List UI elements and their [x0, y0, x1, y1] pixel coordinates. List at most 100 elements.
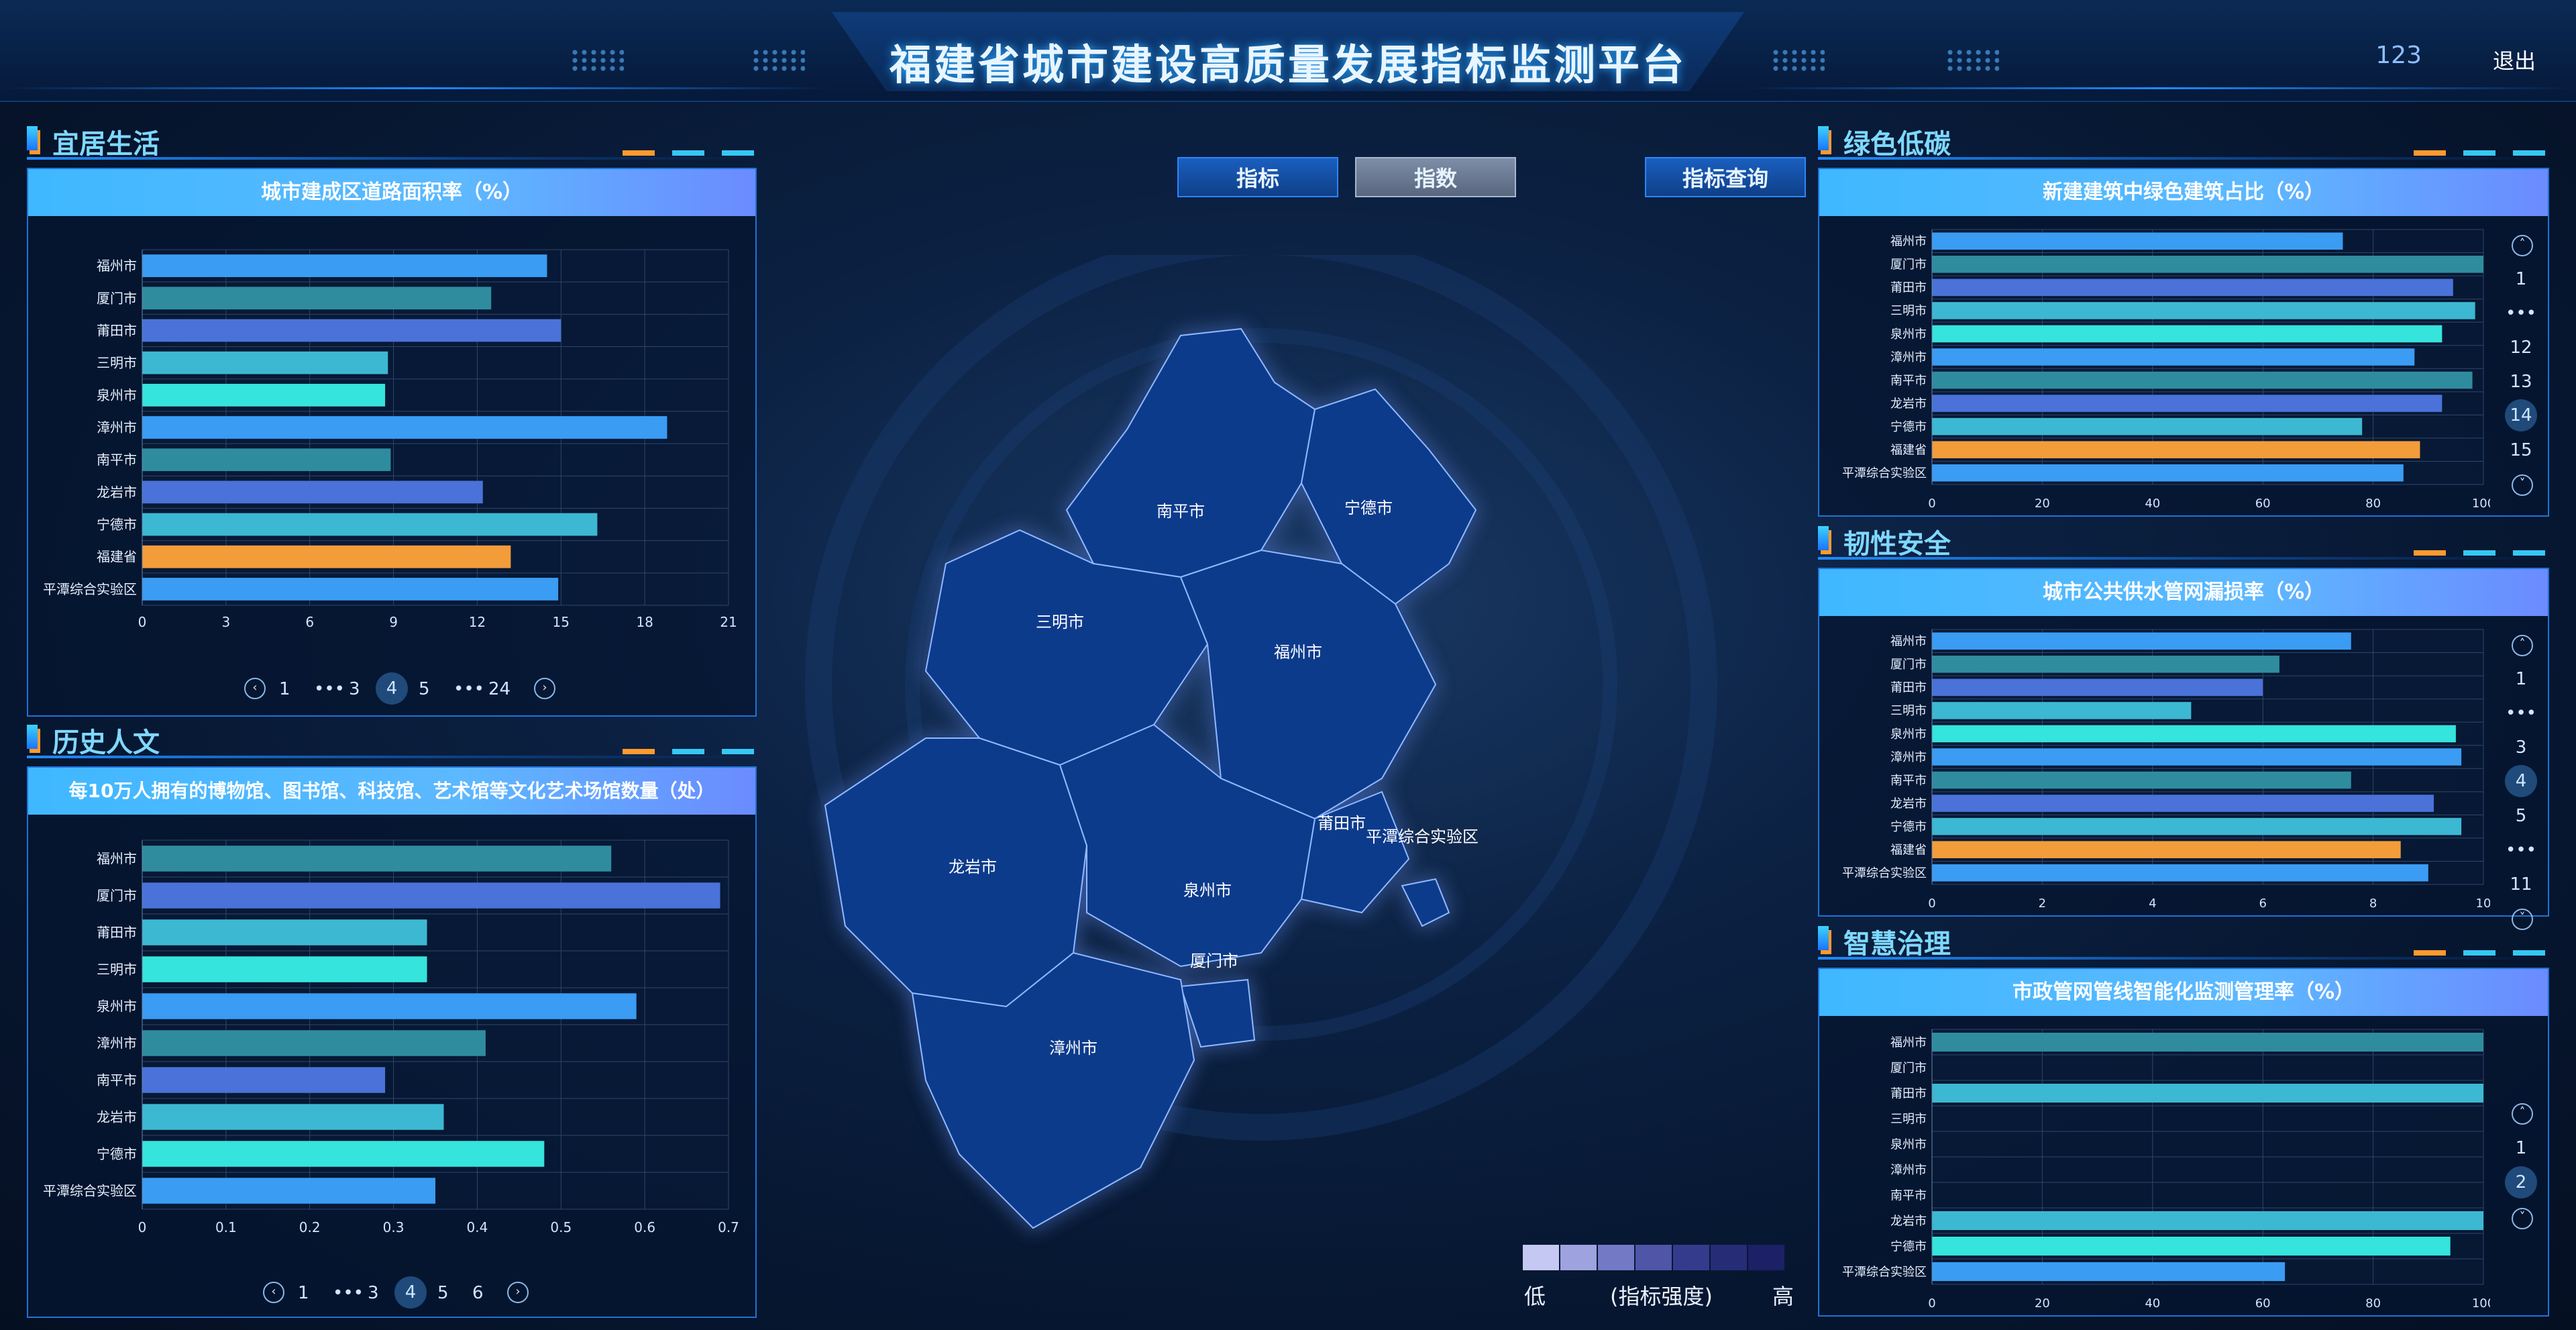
page-link[interactable]: 1	[2505, 269, 2537, 289]
page-link[interactable]: 1	[2505, 669, 2537, 689]
bar[interactable]	[1932, 441, 2420, 458]
prev-page-icon[interactable]: ‹	[263, 1282, 284, 1303]
bar[interactable]	[1932, 841, 2401, 858]
bar[interactable]	[1932, 325, 2443, 343]
page-link[interactable]: 6	[472, 1283, 484, 1303]
scroll-down-icon[interactable]: ˅	[2512, 474, 2533, 496]
bar[interactable]	[142, 1030, 486, 1056]
page-link[interactable]: 5	[437, 1283, 449, 1303]
bar[interactable]	[142, 882, 720, 909]
bar[interactable]	[1932, 1236, 2451, 1256]
bar[interactable]	[142, 1141, 545, 1167]
bar[interactable]	[1932, 348, 2415, 366]
bar[interactable]	[142, 1104, 444, 1130]
page-link[interactable]: 3	[349, 679, 360, 699]
page-link[interactable]: 1	[298, 1283, 309, 1303]
bar[interactable]	[1932, 678, 2263, 697]
prev-page-icon[interactable]: ‹	[244, 678, 266, 699]
page-current[interactable]: 2	[2505, 1166, 2537, 1198]
scroll-down-icon[interactable]: ˅	[2512, 909, 2533, 930]
bar[interactable]	[1932, 1211, 2483, 1231]
scroll-up-icon[interactable]: ˄	[2512, 635, 2533, 656]
pager-smart[interactable]: ˄ 1 2 ˅	[2505, 1103, 2537, 1237]
account-id[interactable]: 123	[2375, 42, 2422, 69]
page-link[interactable]: 5	[419, 679, 430, 699]
page-link[interactable]: 15	[2505, 440, 2537, 460]
bar[interactable]	[1932, 748, 2462, 766]
indicator-tab[interactable]: 指标	[1177, 157, 1338, 197]
page-ellipsis[interactable]: •••	[2505, 303, 2537, 323]
fujian-map[interactable]: 南平市 宁德市三明市福州市平潭综合实验区莆田市龙岩市泉州市厦门市漳州市	[765, 255, 1758, 1262]
page-current[interactable]: 4	[394, 1276, 427, 1309]
bar[interactable]	[1932, 656, 2279, 673]
bar[interactable]	[1932, 395, 2443, 412]
bar[interactable]	[1932, 1262, 2286, 1282]
next-page-icon[interactable]: ›	[507, 1282, 529, 1303]
pager-livable[interactable]: ‹ 1 ••• 3 4 5 ••• 24 ›	[244, 672, 580, 706]
bar[interactable]	[142, 919, 427, 945]
page-link[interactable]: 3	[2505, 737, 2537, 758]
indicator-query-button[interactable]: 指标查询	[1645, 157, 1806, 197]
page-link[interactable]: 11	[2505, 874, 2537, 894]
bar[interactable]	[1932, 464, 2404, 482]
logout-button[interactable]: 退出	[2493, 44, 2536, 75]
bar[interactable]	[1932, 232, 2343, 250]
pager-resilience[interactable]: ˄ 1 ••• 3 4 5 ••• 11 ˅	[2505, 635, 2537, 930]
bar[interactable]	[142, 383, 386, 407]
scroll-down-icon[interactable]: ˅	[2512, 1208, 2533, 1229]
bar[interactable]	[142, 846, 612, 872]
bar[interactable]	[142, 319, 561, 342]
bar[interactable]	[142, 416, 667, 439]
bar[interactable]	[142, 578, 559, 601]
page-current[interactable]: 4	[2505, 765, 2537, 797]
page-ellipsis[interactable]: •••	[453, 679, 484, 699]
bar[interactable]	[1932, 371, 2473, 389]
scroll-up-icon[interactable]: ˄	[2512, 1103, 2533, 1125]
page-ellipsis[interactable]: •••	[2505, 703, 2537, 723]
bar[interactable]	[142, 993, 637, 1019]
map-region[interactable]	[1401, 878, 1450, 927]
bar[interactable]	[1932, 302, 2475, 319]
bar[interactable]	[142, 287, 492, 310]
page-current[interactable]: 4	[376, 672, 408, 705]
page-link[interactable]: 1	[279, 679, 290, 699]
bar[interactable]	[142, 545, 511, 568]
page-ellipsis[interactable]: •••	[333, 1283, 364, 1303]
bar[interactable]	[1932, 632, 2351, 650]
bar[interactable]	[1932, 864, 2428, 882]
pager-history[interactable]: ‹ 1 ••• 3 4 5 6 ›	[263, 1276, 565, 1310]
bar[interactable]	[1932, 278, 2453, 297]
scroll-up-icon[interactable]: ˄	[2512, 235, 2533, 256]
page-ellipsis[interactable]: •••	[2505, 840, 2537, 860]
bar[interactable]	[1932, 256, 2483, 273]
index-tab[interactable]: 指数	[1355, 157, 1516, 197]
page-link[interactable]: 12	[2505, 338, 2537, 358]
page-link[interactable]: 1	[2505, 1138, 2537, 1158]
bar[interactable]	[142, 351, 388, 374]
map-region[interactable]	[1179, 978, 1256, 1048]
bar[interactable]	[142, 480, 483, 504]
legend-swatch	[1711, 1245, 1747, 1270]
bar[interactable]	[1932, 817, 2462, 835]
bar[interactable]	[1932, 1083, 2483, 1103]
pager-green[interactable]: ˄ 1 ••• 12 13 14 15 ˅	[2505, 235, 2537, 503]
bar[interactable]	[142, 956, 427, 982]
page-link[interactable]: 3	[368, 1283, 379, 1303]
page-link[interactable]: 5	[2505, 806, 2537, 826]
bar[interactable]	[142, 448, 391, 472]
bar[interactable]	[1932, 417, 2363, 436]
page-link[interactable]: 24	[488, 679, 511, 699]
next-page-icon[interactable]: ›	[534, 678, 555, 699]
bar[interactable]	[142, 254, 547, 277]
bar[interactable]	[1932, 795, 2434, 812]
page-ellipsis[interactable]: •••	[314, 679, 345, 699]
bar[interactable]	[142, 1067, 386, 1093]
bar[interactable]	[1932, 1032, 2483, 1052]
bar[interactable]	[142, 513, 598, 536]
bar[interactable]	[1932, 702, 2192, 719]
page-link[interactable]: 13	[2505, 372, 2537, 392]
bar[interactable]	[1932, 771, 2351, 789]
bar[interactable]	[142, 1178, 435, 1204]
bar[interactable]	[1932, 725, 2456, 743]
page-current[interactable]: 14	[2505, 399, 2537, 431]
